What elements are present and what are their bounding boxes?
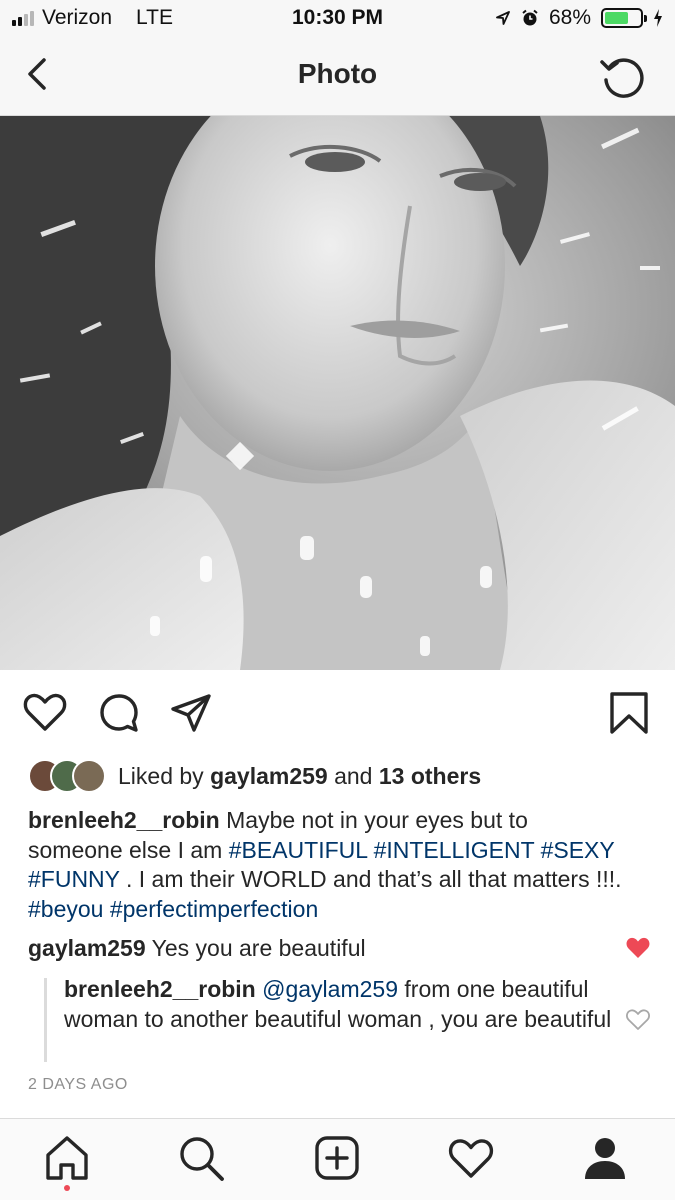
page-title: Photo: [297, 58, 378, 89]
battery-percent: 68%: [548, 6, 591, 29]
comment-reply: brenleeh2__robin @gaylam259 from one bea…: [64, 975, 612, 1034]
add-post-icon[interactable]: [312, 1133, 362, 1183]
reply-mention[interactable]: @gaylam259: [262, 976, 398, 1002]
status-right: 68%: [495, 6, 663, 30]
caption-text: . I am their WORLD and that’s all that m…: [126, 866, 622, 892]
post-time-ago: 2 DAYS AGO: [28, 1076, 128, 1093]
search-icon[interactable]: [176, 1133, 226, 1183]
likes-conjunction: and: [334, 762, 373, 789]
battery-fill: [605, 12, 629, 24]
refresh-icon[interactable]: [597, 52, 647, 102]
nav-header: Photo: [0, 38, 675, 116]
post-caption: brenleeh2__robin Maybe not in your eyes …: [28, 806, 628, 924]
avatar: [72, 759, 106, 793]
post-actions: [0, 682, 675, 742]
home-icon[interactable]: [42, 1133, 92, 1183]
caption-username[interactable]: brenleeh2__robin: [28, 807, 220, 833]
bottom-tab-bar: [0, 1118, 675, 1200]
reply-username[interactable]: brenleeh2__robin: [64, 976, 256, 1002]
chevron-left-icon[interactable]: [18, 54, 58, 94]
heart-outline-icon[interactable]: [22, 690, 68, 736]
comment: gaylam259 Yes you are beautiful: [28, 933, 608, 963]
location-icon: [496, 11, 510, 25]
activity-heart-icon[interactable]: [446, 1133, 496, 1183]
comment-username[interactable]: gaylam259: [28, 935, 146, 961]
liker-avatars: [28, 759, 108, 793]
bookmark-icon[interactable]: [606, 690, 652, 736]
post-photo[interactable]: [0, 116, 675, 670]
comment-bubble-icon[interactable]: [96, 690, 142, 736]
paper-plane-icon[interactable]: [168, 690, 214, 736]
charging-bolt-icon: [654, 9, 662, 27]
portrait-image: [0, 116, 675, 670]
comment-like-heart-icon[interactable]: [625, 1008, 651, 1032]
comment-liked-heart-icon[interactable]: [625, 936, 651, 960]
comment-text: Yes you are beautiful: [151, 935, 366, 961]
status-bar: Verizon LTE 10:30 PM 68%: [0, 0, 675, 38]
likes-others[interactable]: 13 others: [379, 763, 481, 790]
likes-prefix: Liked by: [118, 762, 204, 789]
liker-username[interactable]: gaylam259: [210, 763, 328, 790]
home-activity-dot: [64, 1185, 70, 1191]
caption-hashtags[interactable]: #beyou #perfectimperfection: [28, 896, 318, 922]
battery-icon: [601, 8, 647, 28]
reply-thread-line: [44, 978, 47, 1062]
profile-icon[interactable]: [580, 1133, 630, 1183]
alarm-icon: [522, 9, 538, 26]
likes-summary[interactable]: Liked by gaylam259 and 13 others: [28, 758, 481, 794]
